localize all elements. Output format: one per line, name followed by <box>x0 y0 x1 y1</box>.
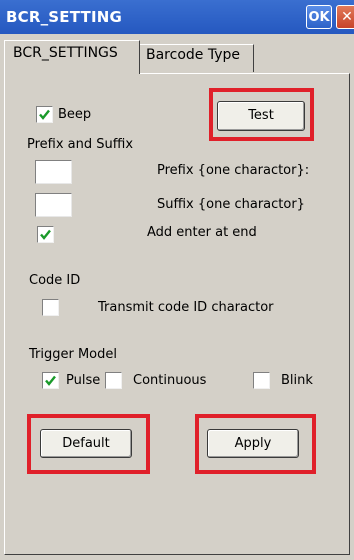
tab-bcr-settings[interactable]: BCR_SETTINGS <box>4 40 140 74</box>
checkmark-icon <box>40 229 51 240</box>
test-highlight-box <box>209 88 314 141</box>
suffix-input[interactable] <box>35 193 72 217</box>
suffix-label: Suffix {one charactor} <box>157 197 305 212</box>
beep-label: Beep <box>58 107 92 122</box>
trigger-continuous-label: Continuous <box>133 373 207 388</box>
add-enter-label: Add enter at end <box>147 225 257 240</box>
prefix-label: Prefix {one charactor}: <box>157 163 310 178</box>
code-id-heading: Code ID <box>29 273 81 288</box>
add-enter-checkbox[interactable] <box>37 226 54 243</box>
trigger-pulse-label: Pulse <box>66 373 101 388</box>
beep-checkbox[interactable] <box>36 106 53 123</box>
title-bar: BCR_SETTING OK ✕ <box>0 0 354 34</box>
trigger-continuous-checkbox[interactable] <box>105 372 122 389</box>
trigger-blink-label: Blink <box>281 373 313 388</box>
default-highlight-box <box>27 414 150 474</box>
prefix-input[interactable] <box>35 160 72 184</box>
checkmark-icon <box>45 375 56 386</box>
window-title: BCR_SETTING <box>6 8 122 26</box>
ok-button[interactable]: OK <box>306 5 332 29</box>
trigger-model-heading: Trigger Model <box>29 347 117 362</box>
transmit-code-id-checkbox[interactable] <box>42 299 59 316</box>
transmit-code-id-label: Transmit code ID charactor <box>98 300 274 315</box>
trigger-pulse-checkbox[interactable] <box>42 372 59 389</box>
close-button[interactable]: ✕ <box>336 5 354 29</box>
tab-barcode-type[interactable]: Barcode Type <box>140 44 254 72</box>
trigger-blink-checkbox[interactable] <box>253 372 270 389</box>
apply-highlight-box <box>195 414 316 474</box>
tab-strip: Barcode Type BCR_SETTINGS <box>0 34 354 74</box>
prefix-suffix-heading: Prefix and Suffix <box>27 137 134 152</box>
checkmark-icon <box>39 109 50 120</box>
